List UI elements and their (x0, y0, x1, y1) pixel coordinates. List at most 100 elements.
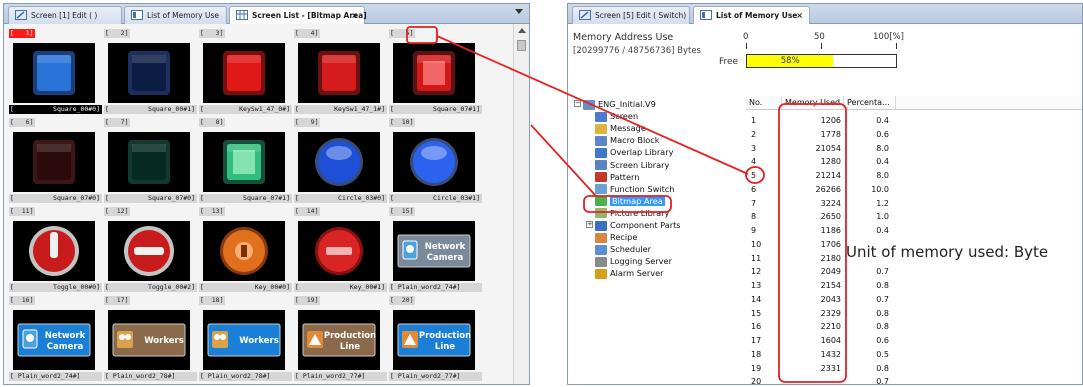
bitmap-item[interactable]: [ 20] Production Line [ Plain_word2_77#] (389, 296, 482, 384)
bitmap-item[interactable]: [ 10] [Circle_03#1] (389, 118, 482, 210)
bitmap-thumbnail[interactable]: Production Line (298, 310, 380, 370)
table-row[interactable]: 13 2154 0.8 (746, 279, 1082, 292)
table-row[interactable]: 1 1206 0.4 (746, 114, 1082, 127)
tab-screen-edit[interactable]: Screen [1] Edit ( ) (8, 6, 122, 24)
table-row[interactable]: 5 21214 8.0 (746, 169, 1082, 182)
bitmap-name-bar: [Toggle_00#2] (104, 283, 197, 292)
tree-item[interactable]: Scheduler (595, 243, 651, 255)
bitmap-item[interactable]: [ 19] Production Line [ Plain_word2_77#] (294, 296, 387, 384)
header-memory-used[interactable]: Memory Used (782, 96, 844, 110)
bitmap-thumbnail[interactable] (298, 221, 380, 281)
scroll-thumb[interactable] (517, 40, 526, 51)
bitmap-item[interactable]: [ 11] [Toggle_00#0] (9, 207, 102, 299)
scroll-up-icon[interactable] (518, 28, 526, 33)
bitmap-thumbnail[interactable] (393, 132, 475, 192)
bitmap-item[interactable]: [ 4] [KeySw1_47_1#] (294, 29, 387, 121)
table-row[interactable]: 18 1432 0.5 (746, 348, 1082, 361)
bitmap-item[interactable]: [ 8] [Square_07#1] (199, 118, 292, 210)
tab-list-of-memory-use[interactable]: List of Memory Use × (693, 6, 810, 24)
tab-list-of-memory-use[interactable]: List of Memory Use (124, 6, 227, 24)
table-row[interactable]: 6 26266 10.0 (746, 183, 1082, 196)
bitmap-item[interactable]: [ 18] Workers [ Plain_word2_78#] (199, 296, 292, 384)
tree-item[interactable]: Alarm Server (595, 267, 664, 279)
tree-item[interactable]: Overlap Library (595, 146, 673, 158)
bitmap-thumbnail[interactable]: Production Line (393, 310, 475, 370)
table-row[interactable]: 17 1604 0.6 (746, 334, 1082, 347)
tree-item[interactable]: Bitmap Area (595, 195, 665, 207)
tree-item[interactable]: Screen Library (595, 159, 669, 171)
tree-item[interactable]: Picture Library (595, 207, 669, 219)
bitmap-item[interactable]: [ 1] [Square_00#0] (9, 29, 102, 121)
bitmap-item[interactable]: [ 2] [Square_00#1] (104, 29, 197, 121)
table-row[interactable]: 14 2043 0.7 (746, 293, 1082, 306)
tree-item[interactable]: − ENG_Initial.V9 (574, 98, 656, 110)
bitmap-name: Toggle_00#2] (148, 283, 195, 291)
table-row[interactable]: 15 2329 0.8 (746, 307, 1082, 320)
table-row[interactable]: 4 1280 0.4 (746, 155, 1082, 168)
cell-percentage: 0.8 (876, 363, 889, 373)
bitmap-thumbnail[interactable]: Workers (108, 310, 190, 370)
bitmap-thumbnail[interactable] (393, 43, 475, 103)
tree-item[interactable]: Macro Block (595, 134, 660, 146)
table-row[interactable]: 3 21054 8.0 (746, 142, 1082, 155)
bitmap-item[interactable]: [ 6] [Square_07#0] (9, 118, 102, 210)
bitmap-thumbnail[interactable] (298, 43, 380, 103)
table-row[interactable]: 12 2049 0.7 (746, 265, 1082, 278)
tree-item[interactable]: Recipe (595, 231, 637, 243)
tree-item[interactable]: Logging Server (595, 255, 672, 267)
table-row[interactable]: 16 2210 0.8 (746, 320, 1082, 333)
vertical-scrollbar[interactable] (513, 24, 529, 384)
bitmap-thumbnail[interactable] (13, 43, 95, 103)
table-row[interactable]: 2 1778 0.6 (746, 128, 1082, 141)
bitmap-thumbnail[interactable] (298, 132, 380, 192)
table-row[interactable]: 9 1186 0.4 (746, 224, 1082, 237)
cell-no: 17 (751, 336, 762, 345)
tab-screen-list-bitmap-area[interactable]: Screen List - [Bitmap Area] × (229, 6, 367, 24)
bitmap-item[interactable]: [ 12] [Toggle_00#2] (104, 207, 197, 299)
table-row[interactable]: 20 0.7 (746, 375, 1082, 384)
cell-percentage: 0.4 (876, 157, 889, 167)
cell-no: 9 (751, 226, 757, 235)
table-row[interactable]: 7 3224 1.2 (746, 197, 1082, 210)
bitmap-thumbnail[interactable] (13, 221, 95, 281)
bitmap-thumbnail[interactable] (203, 221, 285, 281)
header-percentage[interactable]: Percenta... (844, 96, 896, 110)
bitmap-item[interactable]: [ 7] [Square_07#0] (104, 118, 197, 210)
bitmap-item[interactable]: [ 16] Network Camera [ Plain_word2_74#] (9, 296, 102, 384)
close-icon[interactable]: × (351, 7, 358, 24)
bitmap-thumbnail[interactable] (203, 132, 285, 192)
chevron-down-icon[interactable] (515, 9, 523, 14)
table-row[interactable]: 19 2331 0.8 (746, 362, 1082, 375)
header-no[interactable]: No. (746, 96, 782, 110)
bitmap-name-bracket: [ (10, 283, 14, 291)
list-icon (131, 10, 143, 20)
bitmap-thumbnail[interactable]: Workers (203, 310, 285, 370)
scale-label-0: 0 (743, 32, 749, 42)
bitmap-item[interactable]: [ 9] [Circle_03#0] (294, 118, 387, 210)
bitmap-item[interactable]: [ 3] [KeySw1_47_0#] (199, 29, 292, 121)
tree-item[interactable]: + Component Parts (586, 219, 681, 231)
bitmap-thumbnail[interactable] (108, 221, 190, 281)
bitmap-item[interactable]: [ 5] [Square_07#1] (389, 29, 482, 121)
bitmap-item[interactable]: [ 13] [Key_00#0] (199, 207, 292, 299)
tree-collapse-icon[interactable]: − (574, 100, 581, 107)
tree-item-label: Picture Library (610, 207, 670, 218)
tree-item[interactable]: Function Switch (595, 183, 675, 195)
tree-item[interactable]: Screen (595, 110, 638, 122)
bitmap-item[interactable]: [ 15] Network Camera [ Plain_word2_74#] (389, 207, 482, 299)
bitmap-item[interactable]: [ 17] Workers [ Plain_word2_78#] (104, 296, 197, 384)
tree-expand-icon[interactable]: + (586, 221, 593, 228)
close-icon[interactable]: × (796, 7, 803, 24)
bitmap-thumbnail[interactable] (108, 132, 190, 192)
tree-item[interactable]: Message (595, 122, 646, 134)
bitmap-thumbnail[interactable] (13, 132, 95, 192)
bitmap-thumbnail[interactable]: Network Camera (393, 221, 475, 281)
bitmap-thumbnail[interactable] (203, 43, 285, 103)
tab-screen-edit-switch[interactable]: Screen [5] Edit ( Switch) (572, 6, 690, 24)
tree-item[interactable]: Pattern (595, 171, 639, 183)
bitmap-thumbnail[interactable] (108, 43, 190, 103)
bitmap-item[interactable]: [ 14] [Key_00#1] (294, 207, 387, 299)
table-row[interactable]: 8 2650 1.0 (746, 210, 1082, 223)
cell-percentage: 0.4 (876, 116, 889, 125)
bitmap-thumbnail[interactable]: Network Camera (13, 310, 95, 370)
